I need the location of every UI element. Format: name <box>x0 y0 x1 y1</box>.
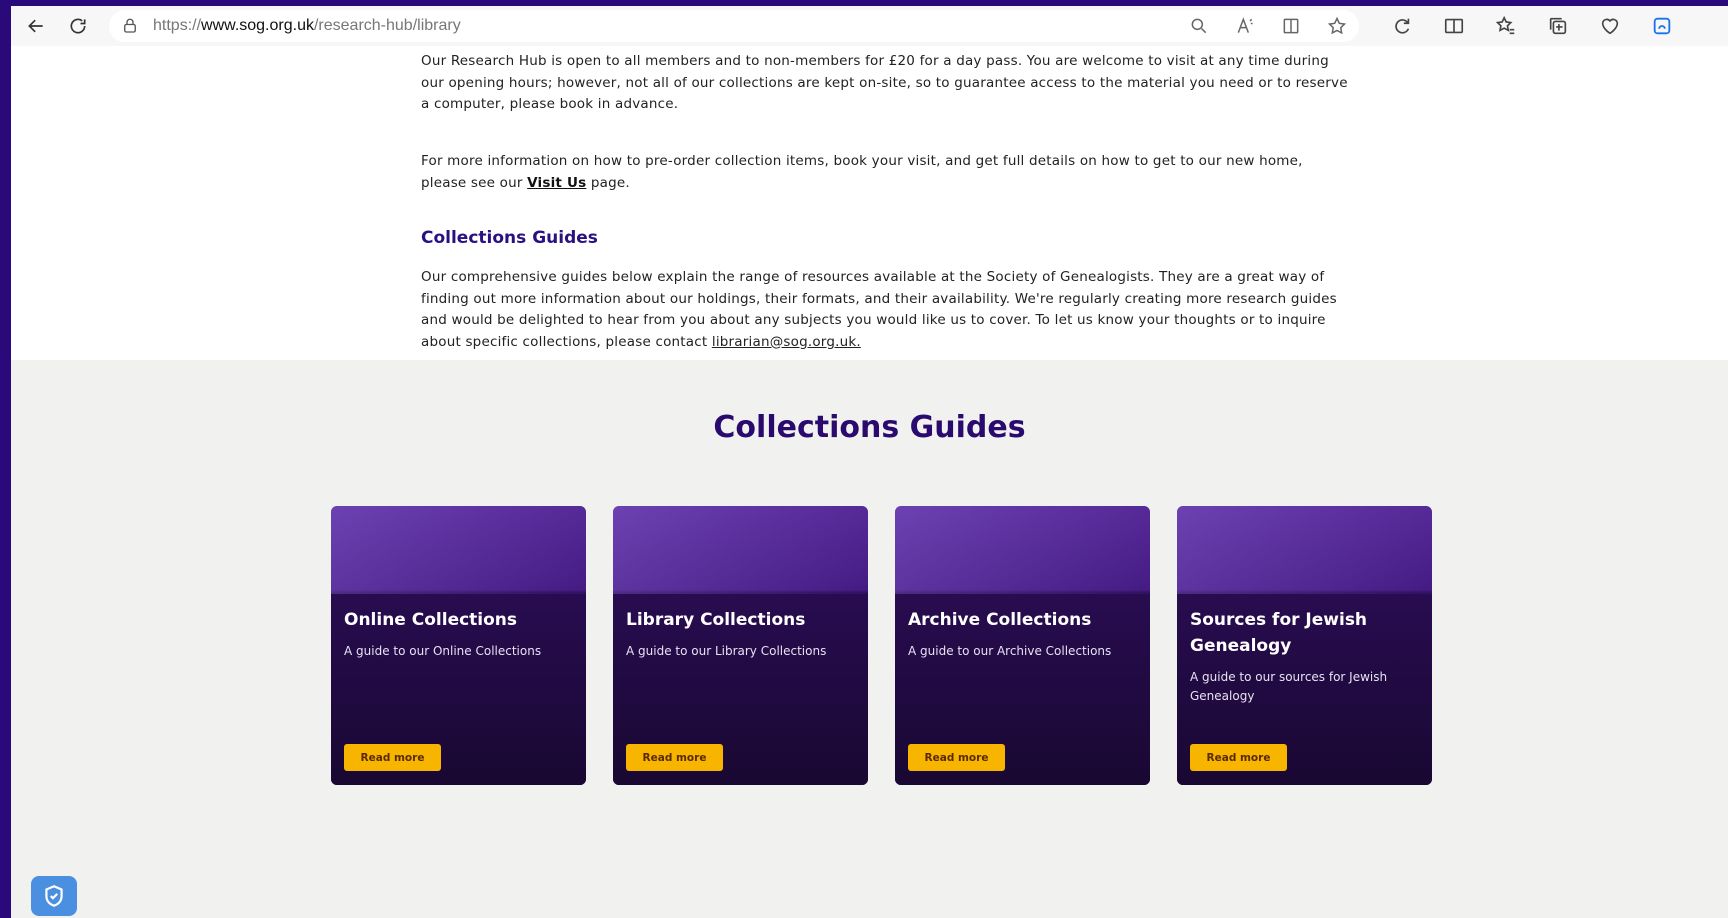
guide-cards: Online Collections A guide to our Online… <box>331 506 1432 785</box>
guide-card-online[interactable]: Online Collections A guide to our Online… <box>331 506 586 785</box>
refresh-button[interactable] <box>61 9 95 43</box>
read-more-button[interactable]: Read more <box>1190 744 1287 771</box>
guide-card-library[interactable]: Library Collections A guide to our Libra… <box>613 506 868 785</box>
librarian-email-link[interactable]: librarian@sog.org.uk. <box>712 334 861 350</box>
url-path: /research-hub/library <box>313 17 461 34</box>
url-protocol: https:// <box>153 17 202 34</box>
back-button[interactable] <box>19 9 53 43</box>
browser-essentials-icon[interactable] <box>1599 15 1621 37</box>
collections-guides-subhead: Collections Guides <box>421 228 598 248</box>
privacy-shield-button[interactable] <box>31 876 77 916</box>
collections-icon[interactable] <box>1547 15 1569 37</box>
collections-guides-section: Collections Guides Online Collections A … <box>11 360 1728 918</box>
card-image <box>613 506 868 594</box>
refresh-icon <box>70 18 86 34</box>
card-description: A guide to our Library Collections <box>626 644 827 658</box>
card-image <box>1177 506 1432 594</box>
visit-paragraph: For more information on how to pre-order… <box>421 151 1351 194</box>
card-title: Sources for Jewish Genealogy <box>1190 610 1368 656</box>
card-title: Library Collections <box>626 610 806 630</box>
visit-text-after: page. <box>586 174 630 191</box>
guides-text: Our comprehensive guides below explain t… <box>421 269 1337 350</box>
guide-card-jewish[interactable]: Sources for Jewish Genealogy A guide to … <box>1177 506 1432 785</box>
card-description: A guide to our Archive Collections <box>908 644 1112 658</box>
lock-icon <box>124 18 136 33</box>
visit-us-link[interactable]: Visit Us <box>527 175 586 191</box>
zoom-icon[interactable] <box>1189 16 1209 36</box>
favorites-icon[interactable] <box>1495 15 1517 37</box>
arrow-left-icon <box>28 19 43 33</box>
card-description: A guide to our sources for Jewish Geneal… <box>1190 670 1388 703</box>
read-more-button[interactable]: Read more <box>908 744 1005 771</box>
guides-paragraph: Our comprehensive guides below explain t… <box>421 267 1351 353</box>
card-title: Archive Collections <box>908 610 1092 630</box>
card-title: Online Collections <box>344 610 518 630</box>
intro-paragraph: Our Research Hub is open to all members … <box>421 53 1348 112</box>
url-host: www.sog.org.uk <box>201 17 314 34</box>
card-description: A guide to our Online Collections <box>344 644 542 658</box>
address-bar[interactable]: https://www.sog.org.uk/research-hub/libr… <box>109 10 1359 42</box>
shield-icon <box>45 885 63 907</box>
immersive-reader-icon[interactable] <box>1281 16 1301 36</box>
split-screen-icon[interactable] <box>1443 15 1465 37</box>
extension-icon[interactable] <box>1391 15 1413 37</box>
card-image <box>331 506 586 594</box>
favorite-star-icon[interactable] <box>1327 16 1347 36</box>
card-image <box>895 506 1150 594</box>
browser-window: https://www.sog.org.uk/research-hub/libr… <box>11 6 1728 918</box>
guide-card-archive[interactable]: Archive Collections A guide to our Archi… <box>895 506 1150 785</box>
read-more-button[interactable]: Read more <box>626 744 723 771</box>
browser-toolbar: https://www.sog.org.uk/research-hub/libr… <box>11 6 1728 46</box>
read-aloud-icon[interactable] <box>1235 16 1255 36</box>
edge-copilot-icon[interactable] <box>1651 15 1673 37</box>
read-more-button[interactable]: Read more <box>344 744 441 771</box>
collections-guides-title: Collections Guides <box>713 410 1026 445</box>
